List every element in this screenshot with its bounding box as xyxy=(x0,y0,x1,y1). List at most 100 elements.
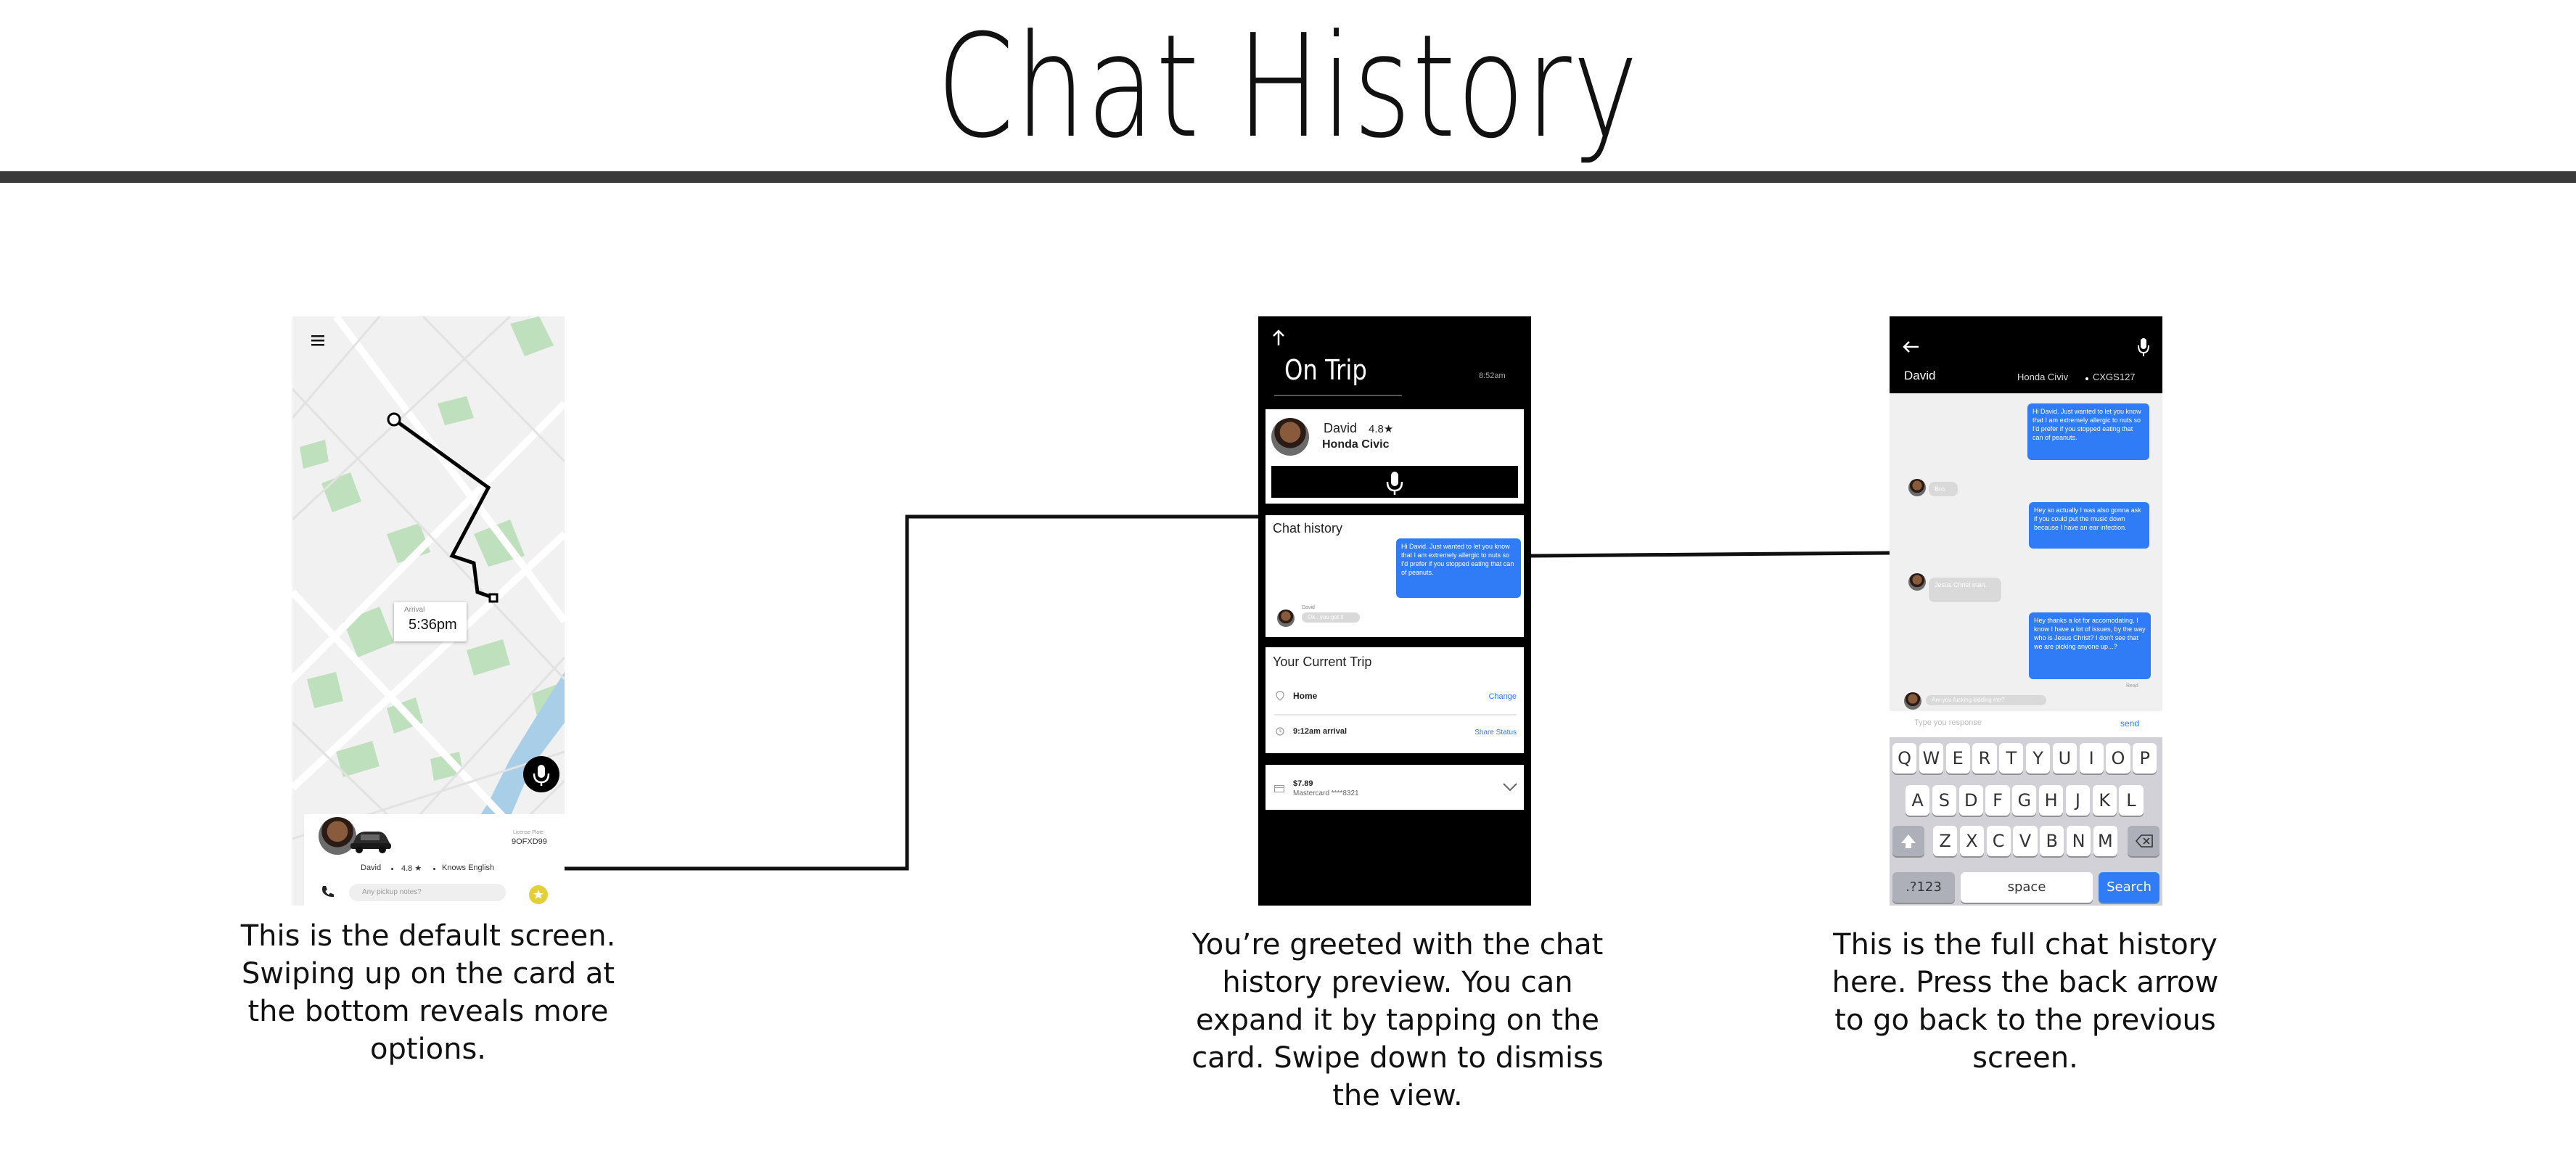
key-m[interactable]: M xyxy=(2093,826,2117,856)
chat-header: David Honda Civiv CXGS127 xyxy=(1890,316,2162,393)
key-e[interactable]: E xyxy=(1945,743,1970,774)
safety-button[interactable] xyxy=(529,885,548,904)
key-q[interactable]: Q xyxy=(1892,743,1917,774)
chat-history-card[interactable]: Chat history Hi David. Just wanted to le… xyxy=(1266,515,1524,637)
chat-history-title: Chat history xyxy=(1273,521,1343,536)
microphone-icon xyxy=(533,765,550,786)
sent-message-bubble: Hey so actually I was also gonna ask if … xyxy=(2029,502,2149,549)
driver-name: David xyxy=(1904,369,1936,382)
credit-card-icon xyxy=(1274,785,1284,792)
key-p[interactable]: P xyxy=(2133,743,2157,774)
caption-line: This is the default screen. xyxy=(240,919,616,953)
change-destination-link[interactable]: Change xyxy=(1488,692,1517,701)
key-y[interactable]: Y xyxy=(2026,743,2051,774)
car-model: Honda Civic xyxy=(1322,438,1390,451)
trip-price: $7.89 xyxy=(1293,779,1313,788)
key-w[interactable]: W xyxy=(1919,743,1943,774)
search-key[interactable]: Search xyxy=(2099,872,2159,903)
microphone-icon xyxy=(1386,472,1403,495)
key-z[interactable]: Z xyxy=(1933,826,1958,856)
plate-label: License Plate xyxy=(513,830,544,835)
payment-card[interactable]: $7.89 Mastercard ****8321 xyxy=(1266,765,1524,810)
divider xyxy=(1274,714,1517,715)
driver-avatar xyxy=(1271,418,1309,456)
caption-line: expand it by tapping on the xyxy=(1196,1004,1599,1037)
caption-line: screen. xyxy=(1972,1041,2078,1075)
key-i[interactable]: I xyxy=(2079,743,2104,774)
car-model: Honda Civiv xyxy=(2017,372,2069,382)
driver-avatar xyxy=(1908,479,1926,496)
driver-name: David xyxy=(361,863,382,872)
caption-line: You’re greeted with the chat xyxy=(1191,928,1604,961)
current-trip-card[interactable]: Your Current Trip Home Change 9:12am arr… xyxy=(1266,647,1524,753)
key-l[interactable]: L xyxy=(2119,785,2144,816)
reply-sender: David xyxy=(1302,605,1315,610)
payment-method: Mastercard ****8321 xyxy=(1293,789,1359,797)
trip-title: Your Current Trip xyxy=(1273,655,1372,669)
key-n[interactable]: N xyxy=(2067,826,2091,856)
received-message-bubble: Bro. xyxy=(1929,482,1958,496)
caption-line: the view. xyxy=(1332,1079,1463,1112)
caption-line: history preview. You can xyxy=(1222,966,1573,999)
key-t[interactable]: T xyxy=(1999,743,2024,774)
microphone-icon[interactable] xyxy=(2136,337,2151,357)
backspace-key[interactable] xyxy=(2128,826,2159,856)
key-x[interactable]: X xyxy=(1959,826,1984,856)
driver-card[interactable]: License Plate 9OFXD99 David 4.8 ★ Knows … xyxy=(304,814,565,906)
arrow-up-icon[interactable] xyxy=(1271,328,1286,347)
sent-message-bubble: Hi David. Just wanted to let you know th… xyxy=(1396,538,1521,598)
back-arrow-icon[interactable] xyxy=(1901,340,1920,354)
key-f[interactable]: F xyxy=(1985,785,2010,816)
current-time: 8:52am xyxy=(1479,372,1506,380)
location-pin-icon xyxy=(1276,691,1284,701)
message-input-bar: Type you response send xyxy=(1890,711,2162,737)
key-h[interactable]: H xyxy=(2039,785,2064,816)
phone-icon[interactable] xyxy=(320,884,335,898)
key-u[interactable]: U xyxy=(2052,743,2077,774)
menu-icon[interactable] xyxy=(311,334,327,350)
key-c[interactable]: C xyxy=(1986,826,2011,856)
driver-avatar xyxy=(1277,610,1295,627)
key-v[interactable]: V xyxy=(2013,826,2038,856)
screen-full-chat: David Honda Civiv CXGS127 Hi David. Just… xyxy=(1890,316,2162,906)
key-o[interactable]: O xyxy=(2106,743,2130,774)
title-underline xyxy=(1274,395,1402,396)
driver-avatar xyxy=(1908,573,1926,591)
key-b[interactable]: B xyxy=(2040,826,2064,856)
caption-line: card. Swipe down to dismiss xyxy=(1191,1041,1604,1075)
keyboard: QWERTYUIOP ASDFGHJKL ZXCVBNM .?123 space… xyxy=(1890,737,2162,906)
numbers-key[interactable]: .?123 xyxy=(1892,872,1955,903)
star-icon xyxy=(533,890,543,899)
caption-line: Swiping up on the card at xyxy=(241,957,615,990)
shift-icon xyxy=(1901,834,1916,848)
key-j[interactable]: J xyxy=(2065,785,2090,816)
key-a[interactable]: A xyxy=(1906,785,1930,816)
send-button[interactable]: send xyxy=(2120,718,2139,729)
pickup-notes-input[interactable]: Any pickup notes? xyxy=(349,884,506,901)
shift-key[interactable] xyxy=(1892,826,1924,856)
arrival-time: 5:36pm xyxy=(409,617,457,633)
arrival-time: 9:12am arrival xyxy=(1293,727,1347,736)
share-status-link[interactable]: Share Status xyxy=(1474,729,1517,737)
key-d[interactable]: D xyxy=(1958,785,1983,816)
driver-name: David xyxy=(1324,421,1358,435)
received-message-bubble: Are you fucking kidding me? xyxy=(1926,695,2046,705)
caption-line: the bottom reveals more xyxy=(247,995,609,1028)
caption-line: This is the full chat history xyxy=(1833,928,2218,961)
key-s[interactable]: S xyxy=(1932,785,1956,816)
voice-button[interactable] xyxy=(1271,466,1518,498)
space-key[interactable]: space xyxy=(1961,872,2093,903)
key-k[interactable]: K xyxy=(2092,785,2117,816)
screen-on-trip: On Trip 8:52am David 4.8★ Honda Civic Ch… xyxy=(1258,316,1531,906)
dot-separator xyxy=(433,868,435,870)
message-input[interactable]: Type you response xyxy=(1914,718,1982,727)
chevron-down-icon[interactable] xyxy=(1502,782,1518,792)
arrival-tooltip: Arrival 5:36pm xyxy=(394,602,467,641)
caption-default-screen: This is the default screen. Swiping up o… xyxy=(210,917,646,1068)
key-g[interactable]: G xyxy=(2012,785,2037,816)
driver-language: Knows English xyxy=(442,863,495,872)
driver-card[interactable]: David 4.8★ Honda Civic xyxy=(1266,409,1524,504)
caption-line: here. Press the back arrow xyxy=(1831,966,2219,999)
key-r[interactable]: R xyxy=(1972,743,1997,774)
voice-button[interactable] xyxy=(523,756,559,792)
